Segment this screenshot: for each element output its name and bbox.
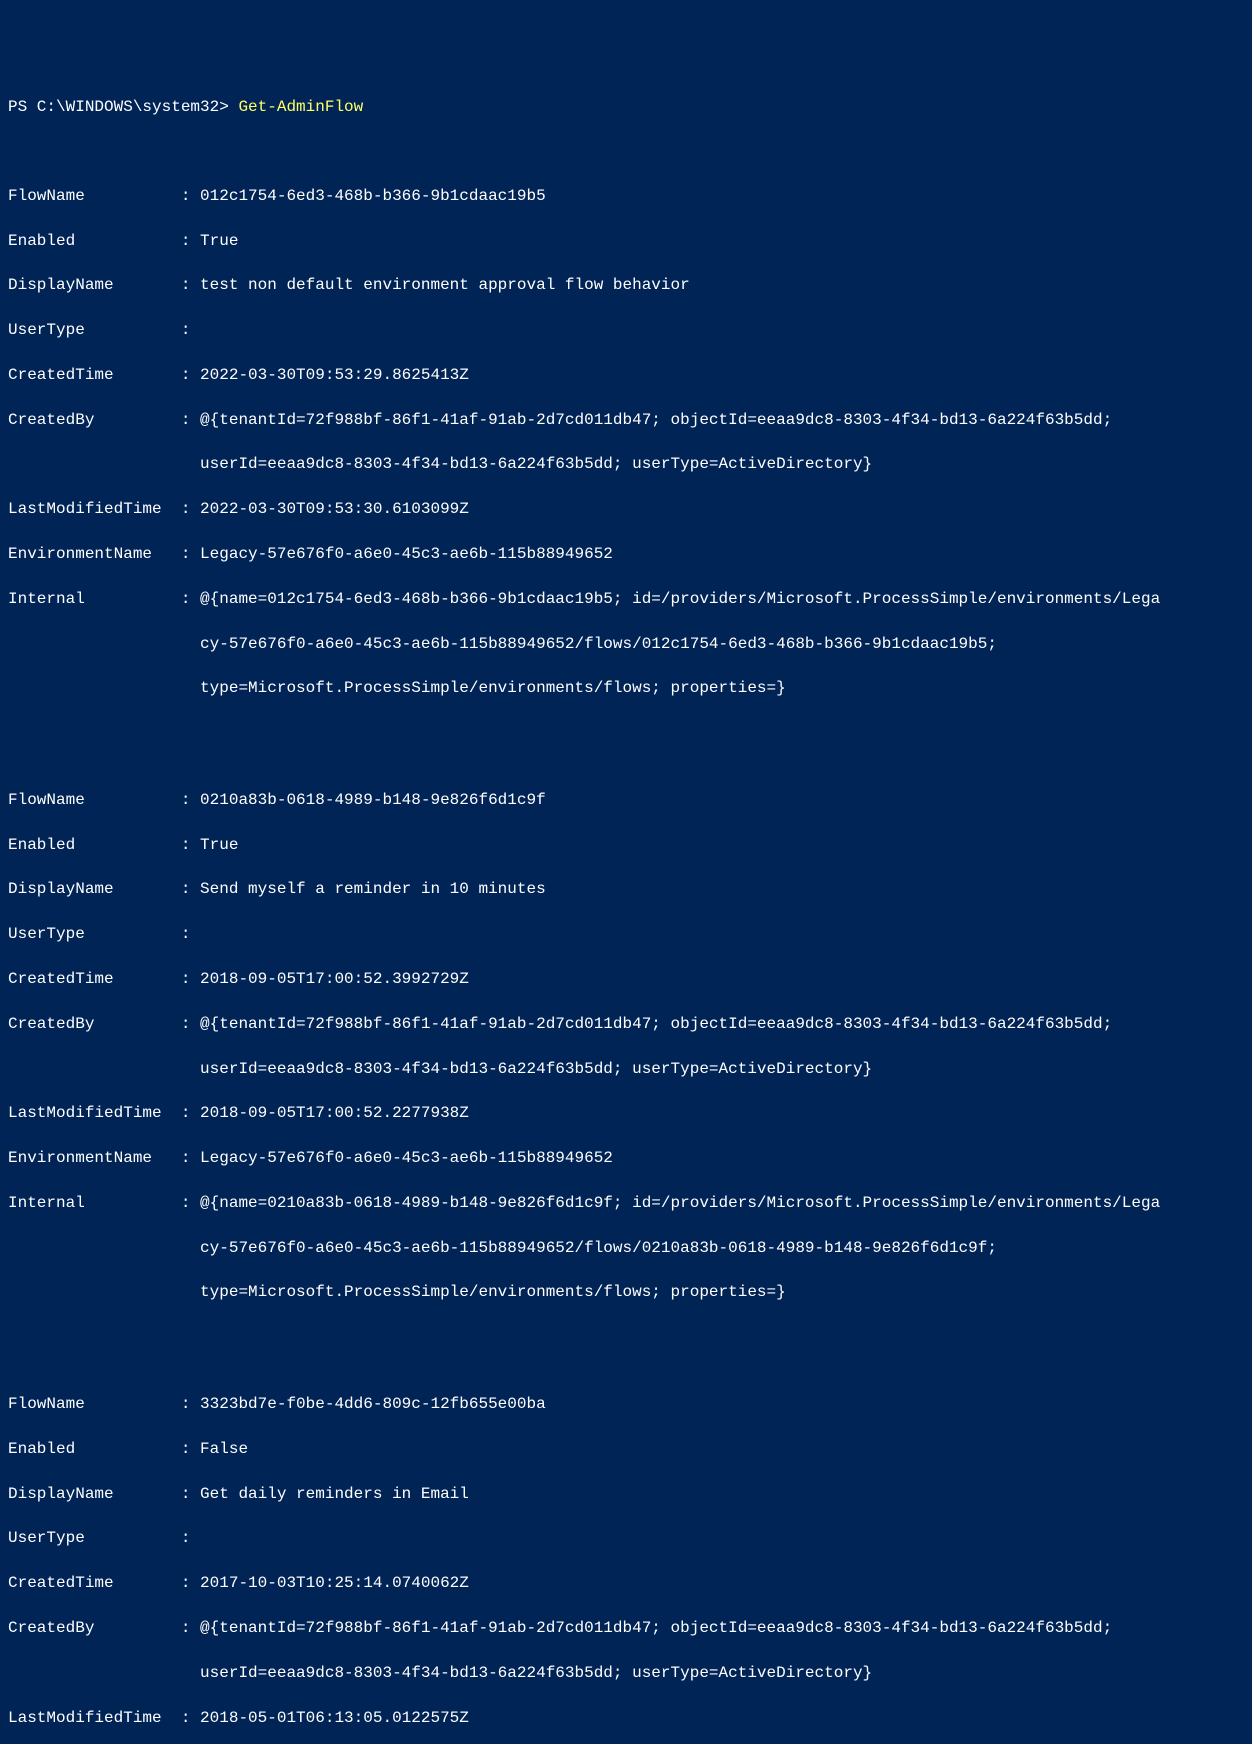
label-flowname: FlowName xyxy=(8,1393,181,1415)
label-flowname: FlowName xyxy=(8,185,181,207)
colon: : xyxy=(181,498,200,520)
label-displayname: DisplayName xyxy=(8,1483,181,1505)
value-displayname: Get daily reminders in Email xyxy=(200,1483,469,1505)
colon: : xyxy=(181,1707,200,1729)
colon: : xyxy=(181,409,200,431)
value-createdby-l1: @{tenantId=72f988bf-86f1-41af-91ab-2d7cd… xyxy=(200,409,1112,431)
colon: : xyxy=(181,923,200,945)
colon: : xyxy=(181,1483,200,1505)
label-createdby: CreatedBy xyxy=(8,1013,181,1035)
value-flowname: 0210a83b-0618-4989-b148-9e826f6d1c9f xyxy=(200,789,546,811)
label-createdtime: CreatedTime xyxy=(8,968,181,990)
value-displayname: test non default environment approval fl… xyxy=(200,274,690,296)
output-record-2: FlowName: 3323bd7e-f0be-4dd6-809c-12fb65… xyxy=(8,1371,1252,1744)
colon: : xyxy=(181,1192,200,1214)
label-lastmodifiedtime: LastModifiedTime xyxy=(8,1707,181,1729)
value-internal-l1: @{name=012c1754-6ed3-468b-b366-9b1cdaac1… xyxy=(200,588,1160,610)
prompt-line[interactable]: PS C:\WINDOWS\system32> Get-AdminFlow xyxy=(8,96,1252,118)
label-internal: Internal xyxy=(8,1192,181,1214)
label-usertype: UserType xyxy=(8,923,181,945)
colon: : xyxy=(181,543,200,565)
colon: : xyxy=(181,364,200,386)
label-usertype: UserType xyxy=(8,1527,181,1549)
value-internal-l3: type=Microsoft.ProcessSimple/environment… xyxy=(200,677,786,699)
colon: : xyxy=(181,1102,200,1124)
colon: : xyxy=(181,1438,200,1460)
label-enabled: Enabled xyxy=(8,230,181,252)
value-createdby-l2: userId=eeaa9dc8-8303-4f34-bd13-6a224f63b… xyxy=(200,1058,872,1080)
output-record-1: FlowName: 0210a83b-0618-4989-b148-9e826f… xyxy=(8,767,1252,1327)
value-internal-l3: type=Microsoft.ProcessSimple/environment… xyxy=(200,1281,786,1303)
output-record-0: FlowName: 012c1754-6ed3-468b-b366-9b1cda… xyxy=(8,162,1252,722)
colon: : xyxy=(181,1013,200,1035)
value-createdtime: 2022-03-30T09:53:29.8625413Z xyxy=(200,364,469,386)
value-flowname: 012c1754-6ed3-468b-b366-9b1cdaac19b5 xyxy=(200,185,546,207)
value-createdtime: 2017-10-03T10:25:14.0740062Z xyxy=(200,1572,469,1594)
prompt-command: Get-AdminFlow xyxy=(238,98,363,116)
label-environmentname: EnvironmentName xyxy=(8,1147,181,1169)
label-createdby: CreatedBy xyxy=(8,409,181,431)
value-lastmodifiedtime: 2018-05-01T06:13:05.0122575Z xyxy=(200,1707,469,1729)
value-environmentname: Legacy-57e676f0-a6e0-45c3-ae6b-115b88949… xyxy=(200,543,613,565)
colon: : xyxy=(181,319,200,341)
value-enabled: False xyxy=(200,1438,248,1460)
colon: : xyxy=(181,834,200,856)
value-createdby-l1: @{tenantId=72f988bf-86f1-41af-91ab-2d7cd… xyxy=(200,1013,1112,1035)
value-lastmodifiedtime: 2022-03-30T09:53:30.6103099Z xyxy=(200,498,469,520)
colon: : xyxy=(181,1617,200,1639)
colon: : xyxy=(181,789,200,811)
colon: : xyxy=(181,588,200,610)
value-internal-l1: @{name=0210a83b-0618-4989-b148-9e826f6d1… xyxy=(200,1192,1160,1214)
label-environmentname: EnvironmentName xyxy=(8,543,181,565)
colon: : xyxy=(181,1393,200,1415)
value-internal-l2: cy-57e676f0-a6e0-45c3-ae6b-115b88949652/… xyxy=(200,633,997,655)
value-createdtime: 2018-09-05T17:00:52.3992729Z xyxy=(200,968,469,990)
value-createdby-l2: userId=eeaa9dc8-8303-4f34-bd13-6a224f63b… xyxy=(200,453,872,475)
label-usertype: UserType xyxy=(8,319,181,341)
label-createdby: CreatedBy xyxy=(8,1617,181,1639)
colon: : xyxy=(181,1147,200,1169)
label-createdtime: CreatedTime xyxy=(8,1572,181,1594)
colon: : xyxy=(181,968,200,990)
label-lastmodifiedtime: LastModifiedTime xyxy=(8,498,181,520)
value-environmentname: Legacy-57e676f0-a6e0-45c3-ae6b-115b88949… xyxy=(200,1147,613,1169)
value-displayname: Send myself a reminder in 10 minutes xyxy=(200,878,546,900)
label-enabled: Enabled xyxy=(8,834,181,856)
colon: : xyxy=(181,230,200,252)
label-displayname: DisplayName xyxy=(8,878,181,900)
label-displayname: DisplayName xyxy=(8,274,181,296)
value-createdby-l1: @{tenantId=72f988bf-86f1-41af-91ab-2d7cd… xyxy=(200,1617,1112,1639)
label-createdtime: CreatedTime xyxy=(8,364,181,386)
value-createdby-l2: userId=eeaa9dc8-8303-4f34-bd13-6a224f63b… xyxy=(200,1662,872,1684)
value-enabled: True xyxy=(200,230,238,252)
colon: : xyxy=(181,274,200,296)
label-internal: Internal xyxy=(8,588,181,610)
value-internal-l2: cy-57e676f0-a6e0-45c3-ae6b-115b88949652/… xyxy=(200,1237,997,1259)
value-flowname: 3323bd7e-f0be-4dd6-809c-12fb655e00ba xyxy=(200,1393,546,1415)
label-enabled: Enabled xyxy=(8,1438,181,1460)
prompt-prefix: PS C:\WINDOWS\system32> xyxy=(8,98,238,116)
colon: : xyxy=(181,1572,200,1594)
label-lastmodifiedtime: LastModifiedTime xyxy=(8,1102,181,1124)
colon: : xyxy=(181,185,200,207)
colon: : xyxy=(181,1527,200,1549)
label-flowname: FlowName xyxy=(8,789,181,811)
value-enabled: True xyxy=(200,834,238,856)
colon: : xyxy=(181,878,200,900)
value-lastmodifiedtime: 2018-09-05T17:00:52.2277938Z xyxy=(200,1102,469,1124)
